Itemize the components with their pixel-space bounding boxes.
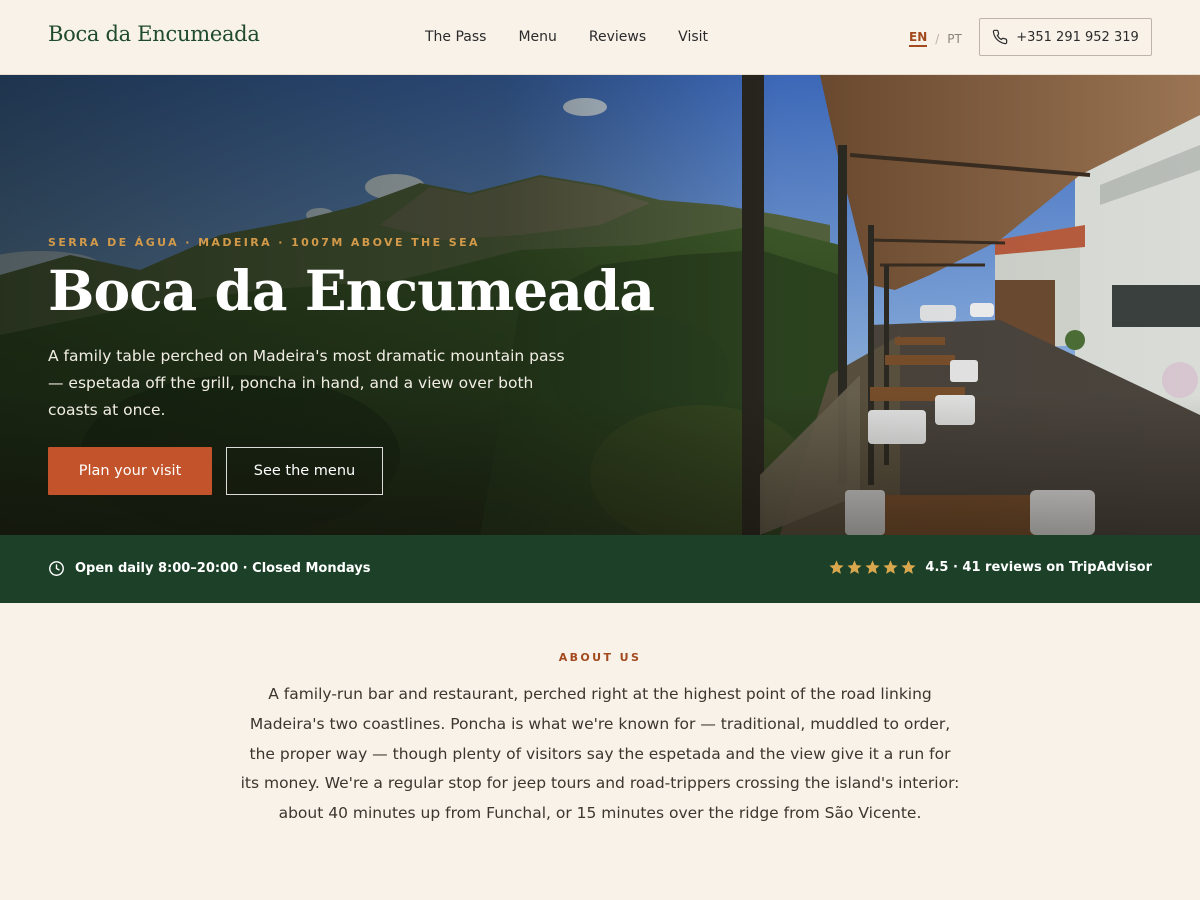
clock-icon — [49, 561, 64, 576]
star-icon — [829, 560, 844, 574]
rating-text: 4.5 · 41 reviews on TripAdvisor — [925, 560, 1152, 575]
plan-your-visit-button[interactable]: Plan your visit — [48, 447, 212, 495]
hero-description: A family table perched on Madeira's most… — [48, 347, 565, 419]
hero-section: SERRA DE ÁGUA · MADEIRA · 1007M ABOVE TH… — [0, 75, 1200, 535]
about-text: A family-run bar and restaurant, perched… — [240, 685, 960, 823]
main-nav: The Pass Menu Reviews Visit — [425, 29, 708, 45]
hero-title: Boca da Encumeada — [48, 258, 655, 323]
site-header: Boca da Encumeada The Pass Menu Reviews … — [0, 0, 1200, 75]
hero-eyebrow: SERRA DE ÁGUA · MADEIRA · 1007M ABOVE TH… — [48, 236, 480, 249]
star-icon — [883, 560, 898, 574]
star-icon — [865, 560, 880, 574]
see-the-menu-button[interactable]: See the menu — [226, 447, 383, 495]
site-logo[interactable]: Boca da Encumeada — [48, 22, 260, 46]
phone-icon — [993, 29, 1008, 45]
nav-item-visit[interactable]: Visit — [678, 29, 708, 45]
tripadvisor-rating[interactable]: 4.5 · 41 reviews on TripAdvisor — [828, 559, 1152, 576]
phone-button[interactable]: +351 291 952 319 — [979, 18, 1152, 56]
star-icon — [901, 560, 916, 574]
nav-item-the-pass[interactable]: The Pass — [425, 29, 486, 45]
rating-stars — [828, 559, 917, 576]
opening-hours: Open daily 8:00–20:00 · Closed Mondays — [48, 560, 370, 577]
lang-pt[interactable]: PT — [947, 32, 962, 46]
nav-item-reviews[interactable]: Reviews — [589, 29, 646, 45]
nav-item-menu[interactable]: Menu — [518, 29, 556, 45]
lang-separator: / — [935, 31, 940, 46]
star-icon — [847, 560, 862, 574]
lang-en[interactable]: EN — [909, 30, 928, 47]
about-label: ABOUT US — [558, 651, 642, 664]
opening-hours-text: Open daily 8:00–20:00 · Closed Mondays — [75, 561, 371, 576]
info-bar: Open daily 8:00–20:00 · Closed Mondays 4… — [0, 535, 1200, 603]
language-switcher: EN / PT — [909, 30, 962, 47]
phone-number: +351 291 952 319 — [1016, 29, 1139, 45]
